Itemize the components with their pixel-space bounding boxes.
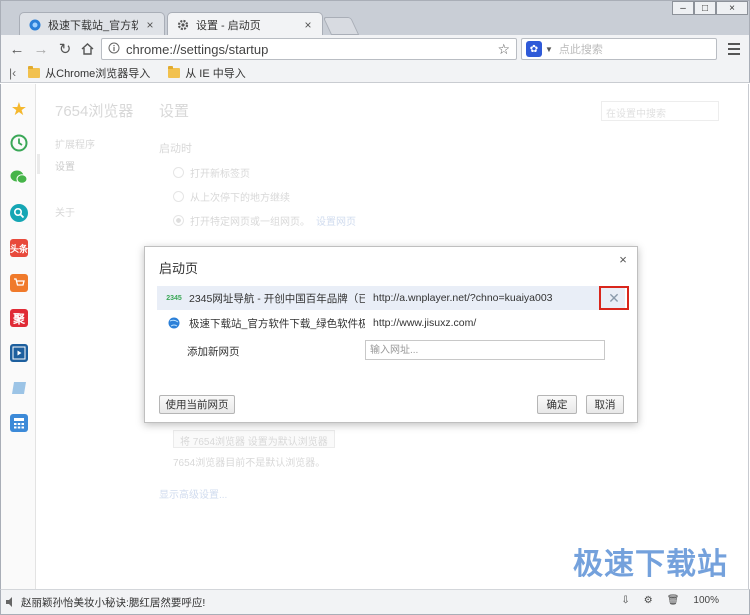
- shopping-cart-icon[interactable]: [10, 274, 28, 292]
- use-current-pages-button[interactable]: 使用当前网页: [159, 395, 235, 414]
- gear-icon: [176, 18, 190, 32]
- toutiao-news-icon[interactable]: 头条: [10, 239, 28, 257]
- download-icon[interactable]: ⇩: [621, 595, 629, 606]
- left-sidebar: ★ 头条 聚: [0, 84, 36, 589]
- startup-pages-dialog: 启动页 × 2345 2345网址导航 - 开创中国百年品牌（已... http…: [144, 246, 638, 423]
- close-icon: ✕: [608, 289, 620, 306]
- maximize-button[interactable]: □: [694, 1, 716, 15]
- chevron-down-icon[interactable]: ▼: [545, 45, 553, 54]
- search-placeholder: 点此搜索: [558, 44, 603, 56]
- bookmark-label: 从Chrome浏览器导入: [45, 67, 151, 80]
- status-bar: 赵丽颖孙怡美妆小秘诀:腮红居然要呼应! ⇩ ⚙ 🗑 100%: [0, 589, 750, 615]
- startup-page-row[interactable]: 极速下载站_官方软件下载_绿色软件极... http://www.jisuxz.…: [157, 311, 625, 335]
- navigation-toolbar: ← → ↻ chrome://settings/startup ☆ ✿ ▼ 点此…: [0, 35, 750, 63]
- search-box[interactable]: ✿ ▼ 点此搜索: [521, 38, 717, 60]
- ok-button[interactable]: 确定: [537, 395, 577, 414]
- home-icon: [81, 43, 93, 55]
- bookmark-star-icon[interactable]: ☆: [497, 41, 510, 58]
- add-page-label: 添加新网页: [187, 346, 240, 358]
- favorites-star-icon[interactable]: ★: [10, 99, 28, 119]
- video-film-icon[interactable]: [10, 344, 28, 362]
- tab-title: 设置 - 启动页: [196, 19, 261, 32]
- zoom-level[interactable]: 100%: [693, 595, 719, 606]
- status-news-link[interactable]: 赵丽颖孙怡美妆小秘诀:腮红居然要呼应!: [5, 595, 205, 610]
- startup-page-row[interactable]: 2345 2345网址导航 - 开创中国百年品牌（已... http://a.w…: [157, 286, 625, 310]
- home-button[interactable]: [77, 40, 97, 58]
- download-site-favicon-icon: [28, 18, 42, 32]
- cancel-button[interactable]: 取消: [586, 395, 624, 414]
- speaker-icon: [5, 596, 17, 608]
- juhuasuan-icon[interactable]: 聚: [10, 309, 28, 327]
- calculator-icon[interactable]: [10, 414, 28, 432]
- tab-settings-startup[interactable]: 设置 - 启动页 ×: [167, 12, 323, 36]
- site-2345-favicon-icon: 2345: [166, 294, 182, 302]
- tab-close-icon[interactable]: ×: [302, 18, 314, 32]
- tab-close-icon[interactable]: ×: [144, 18, 156, 32]
- address-bar[interactable]: chrome://settings/startup ☆: [101, 38, 517, 60]
- search-magnifier-icon[interactable]: [10, 204, 28, 222]
- wechat-icon[interactable]: [10, 168, 28, 186]
- tab-title: 极速下载站_官方软件下载: [48, 19, 138, 32]
- history-clock-icon[interactable]: [10, 134, 28, 152]
- folder-icon: [168, 65, 181, 78]
- baidu-paw-icon[interactable]: ✿: [526, 41, 542, 57]
- sidebar-toggle-icon[interactable]: |‹: [9, 66, 16, 80]
- info-icon[interactable]: [108, 42, 120, 57]
- dialog-title: 启动页: [159, 261, 199, 276]
- minimize-button[interactable]: –: [672, 1, 694, 15]
- url-text: chrome://settings/startup: [126, 41, 269, 57]
- tab-jisuxz[interactable]: 极速下载站_官方软件下载 ×: [19, 12, 165, 36]
- new-tab-button[interactable]: [322, 17, 360, 35]
- status-tools: ⇩ ⚙ 🗑 100%: [621, 595, 719, 606]
- trash-icon[interactable]: 🗑: [667, 595, 680, 606]
- close-window-button[interactable]: ×: [716, 1, 748, 15]
- page-name: 极速下载站_官方软件下载_绿色软件极...: [189, 317, 365, 330]
- tab-strip: 极速下载站_官方软件下载 × 设置 - 启动页 × – □ ×: [0, 0, 750, 36]
- notes-icon[interactable]: [10, 379, 28, 397]
- folder-icon: [28, 65, 41, 78]
- bookmark-import-ie[interactable]: 从 IE 中导入: [168, 65, 246, 81]
- back-button[interactable]: ←: [7, 40, 27, 58]
- page-name: 2345网址导航 - 开创中国百年品牌（已...: [189, 292, 365, 305]
- status-message: 赵丽颖孙怡美妆小秘诀:腮红居然要呼应!: [21, 596, 206, 609]
- forward-button[interactable]: →: [31, 40, 51, 58]
- menu-button[interactable]: [726, 41, 742, 57]
- bookmark-import-chrome[interactable]: 从Chrome浏览器导入: [28, 65, 150, 81]
- globe-favicon-icon: [167, 316, 181, 330]
- bookmark-label: 从 IE 中导入: [185, 67, 246, 80]
- close-icon[interactable]: ×: [616, 252, 630, 267]
- bookmarks-bar: |‹ 从Chrome浏览器导入 从 IE 中导入: [0, 63, 750, 83]
- settings-icon[interactable]: ⚙: [644, 595, 653, 606]
- add-page-url-input[interactable]: [365, 340, 605, 360]
- reload-button[interactable]: ↻: [55, 40, 75, 58]
- page-url: http://a.wnplayer.net/?chno=kuaiya003: [373, 292, 553, 304]
- remove-page-button[interactable]: ✕: [599, 286, 629, 310]
- page-url: http://www.jisuxz.com/: [373, 317, 477, 329]
